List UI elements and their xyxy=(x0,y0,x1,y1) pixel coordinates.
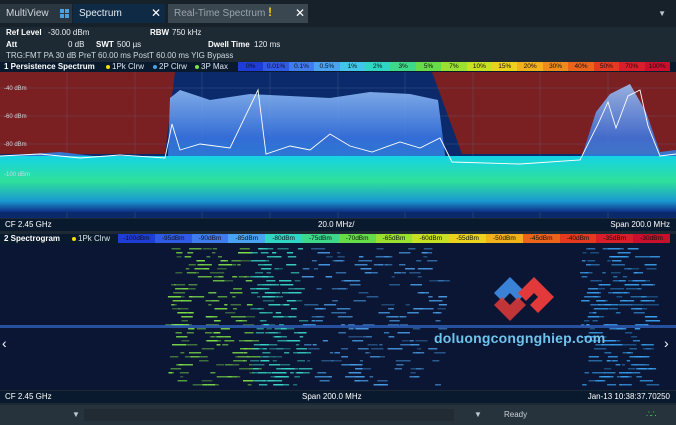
watermark-text: doluongcongnghiep.com xyxy=(434,330,606,346)
swt-label: SWT xyxy=(96,40,114,49)
scale-label: 40% xyxy=(568,62,594,71)
spectrogram-footer: CF 2.45 GHz Span 200.0 MHz Jan-13 10:38:… xyxy=(0,391,676,403)
tab-realtime-label: Real-Time Spectrum xyxy=(174,8,266,19)
persistence-cf[interactable]: CF 2.45 GHz xyxy=(5,219,52,231)
status-message-field xyxy=(84,409,454,421)
scale-label: 0.01% xyxy=(263,62,289,71)
scale-label: 30% xyxy=(542,62,569,71)
spectrogram-color-scale: -100dBm -95dBm -90dBm -85dBm -80dBm -75dBm -70… xyxy=(118,234,670,243)
scale-label: 10% xyxy=(466,62,493,71)
scale-label: -55dBm xyxy=(449,234,486,243)
ylabel-40: -40 dBm xyxy=(4,86,27,92)
activity-indicator-icon: ∴∴ xyxy=(646,409,657,419)
ylabel-80: -80 dBm xyxy=(4,142,27,148)
scale-label: -75dBm xyxy=(301,234,339,243)
ylabel-100: -100 dBm xyxy=(4,172,30,178)
swt-value[interactable]: 500 µs xyxy=(117,40,141,49)
persistence-legend-3: 3P Max xyxy=(195,62,228,72)
scale-label: -40dBm xyxy=(559,234,597,243)
scale-label: 1% xyxy=(339,62,366,71)
tab-spectrum-label: Spectrum xyxy=(79,8,122,19)
scale-label: -65dBm xyxy=(375,234,413,243)
legend-label: 1Pk Clrw xyxy=(112,62,145,71)
ylabel-60: -60 dBm xyxy=(4,114,27,120)
tab-realtime-spectrum[interactable]: Real-Time Spectrum xyxy=(168,4,308,23)
persistence-span[interactable]: Span 200.0 MHz xyxy=(610,219,670,231)
persistence-title[interactable]: 1 Persistence Spectrum xyxy=(4,62,95,72)
legend-label: 2P Clrw xyxy=(159,62,187,71)
scale-label: 15% xyxy=(492,62,518,71)
persistence-legend-1: 1Pk Clrw xyxy=(106,62,144,72)
att-value[interactable]: 0 dB xyxy=(68,40,84,49)
dwell-time-value[interactable]: 120 ms xyxy=(254,40,280,49)
scale-label: 0.1% xyxy=(288,62,315,71)
scale-label: -35dBm xyxy=(596,234,634,243)
trigger-settings-line: TRG:FMT PA 30 dB PreT 60.00 ms PostT 60.… xyxy=(6,51,234,60)
scale-label: -45dBm xyxy=(522,234,560,243)
persistence-footer: CF 2.45 GHz 20.0 MHz/ Span 200.0 MHz xyxy=(0,219,676,231)
rbw-label: RBW xyxy=(150,28,170,37)
scale-label: -60dBm xyxy=(412,234,450,243)
scale-label: 50% xyxy=(593,62,620,71)
trace3-dot-icon xyxy=(195,64,199,69)
spectrogram-plot[interactable] xyxy=(0,244,676,390)
tab-multiview-label: MultiView xyxy=(6,8,49,19)
persistence-color-scale: 0% 0.01% 0.1% 0.5% 1% 2% 3% 5% 7% 10% 15% 20% 30% 40%… xyxy=(238,62,670,71)
spectrogram-cf[interactable]: CF 2.45 GHz xyxy=(5,391,52,403)
scale-label: 3% xyxy=(390,62,416,71)
rbw-value[interactable]: 750 kHz xyxy=(172,28,201,37)
scale-label: 100% xyxy=(644,62,670,71)
ref-level-value[interactable]: -30.00 dBm xyxy=(48,28,89,37)
scale-label: -80dBm xyxy=(265,234,302,243)
scale-label: -100dBm xyxy=(118,234,155,243)
status-menu-icon[interactable]: ▼ xyxy=(474,410,482,419)
persistence-div[interactable]: 20.0 MHz/ xyxy=(318,219,354,231)
spectrogram-graphic xyxy=(0,244,676,390)
scale-label: 2% xyxy=(365,62,391,71)
status-ready: Ready xyxy=(504,410,528,419)
ref-level-label: Ref Level xyxy=(6,28,42,37)
scale-label: -50dBm xyxy=(485,234,523,243)
trace1-dot-icon xyxy=(72,236,76,241)
persistence-panel-header: 1 Persistence Spectrum 1Pk Clrw 2P Clrw … xyxy=(0,62,676,72)
scale-label: -90dBm xyxy=(191,234,229,243)
tab-bar: MultiView Spectrum ✕ Real-Time Spectrum … xyxy=(0,0,676,27)
close-realtime-tab-icon[interactable]: ✕ xyxy=(292,5,308,22)
att-label: Att xyxy=(6,40,18,49)
scroll-left-icon[interactable]: ‹ xyxy=(2,335,7,351)
spectrogram-legend-1: 1Pk Clrw xyxy=(72,234,110,244)
spectrogram-timestamp: Jan-13 10:38:37.70250 xyxy=(587,392,670,401)
watermark-logo-icon xyxy=(494,277,554,321)
measurement-settings: Ref Level -30.00 dBm RBW 750 kHz Att 0 d… xyxy=(0,27,676,61)
scale-label: -85dBm xyxy=(228,234,266,243)
scroll-right-icon[interactable]: › xyxy=(664,335,669,351)
scale-label: 20% xyxy=(517,62,543,71)
scale-label: -70dBm xyxy=(338,234,376,243)
trace1-dot-icon xyxy=(106,64,110,69)
persistence-legend-2: 2P Clrw xyxy=(153,62,187,72)
scale-label: -30dBm xyxy=(633,234,670,243)
status-dropdown-icon[interactable]: ▼ xyxy=(72,410,80,419)
trace2-dot-icon xyxy=(153,64,157,69)
persistence-spectrum-graphic: -40 dBm -60 dBm -80 dBm -100 dBm xyxy=(0,72,676,218)
scale-label: 5% xyxy=(415,62,442,71)
spectrogram-span[interactable]: Span 200.0 MHz xyxy=(302,391,362,403)
scale-label: 7% xyxy=(441,62,467,71)
scale-label: 70% xyxy=(619,62,645,71)
legend-label: 3P Max xyxy=(201,62,228,71)
scale-label: 0% xyxy=(238,62,264,71)
status-bar: ▼ ▼ Ready ∴∴ xyxy=(0,405,676,425)
tab-dropdown-icon[interactable]: ▼ xyxy=(658,9,666,18)
persistence-spectrum-plot[interactable]: -40 dBm -60 dBm -80 dBm -100 dBm xyxy=(0,72,676,218)
spectrogram-title[interactable]: 2 Spectrogram xyxy=(4,234,60,244)
scale-label: -95dBm xyxy=(154,234,192,243)
multiview-grid-icon[interactable] xyxy=(60,9,69,18)
spectrogram-panel-header: 2 Spectrogram 1Pk Clrw -100dBm -95dBm -90d… xyxy=(0,234,676,244)
close-spectrum-tab-icon[interactable]: ✕ xyxy=(148,5,164,22)
legend-label: 1Pk Clrw xyxy=(78,234,111,243)
warning-icon[interactable]: ! xyxy=(268,5,272,19)
scale-label: 0.5% xyxy=(314,62,340,71)
dwell-time-label: Dwell Time xyxy=(208,40,250,49)
